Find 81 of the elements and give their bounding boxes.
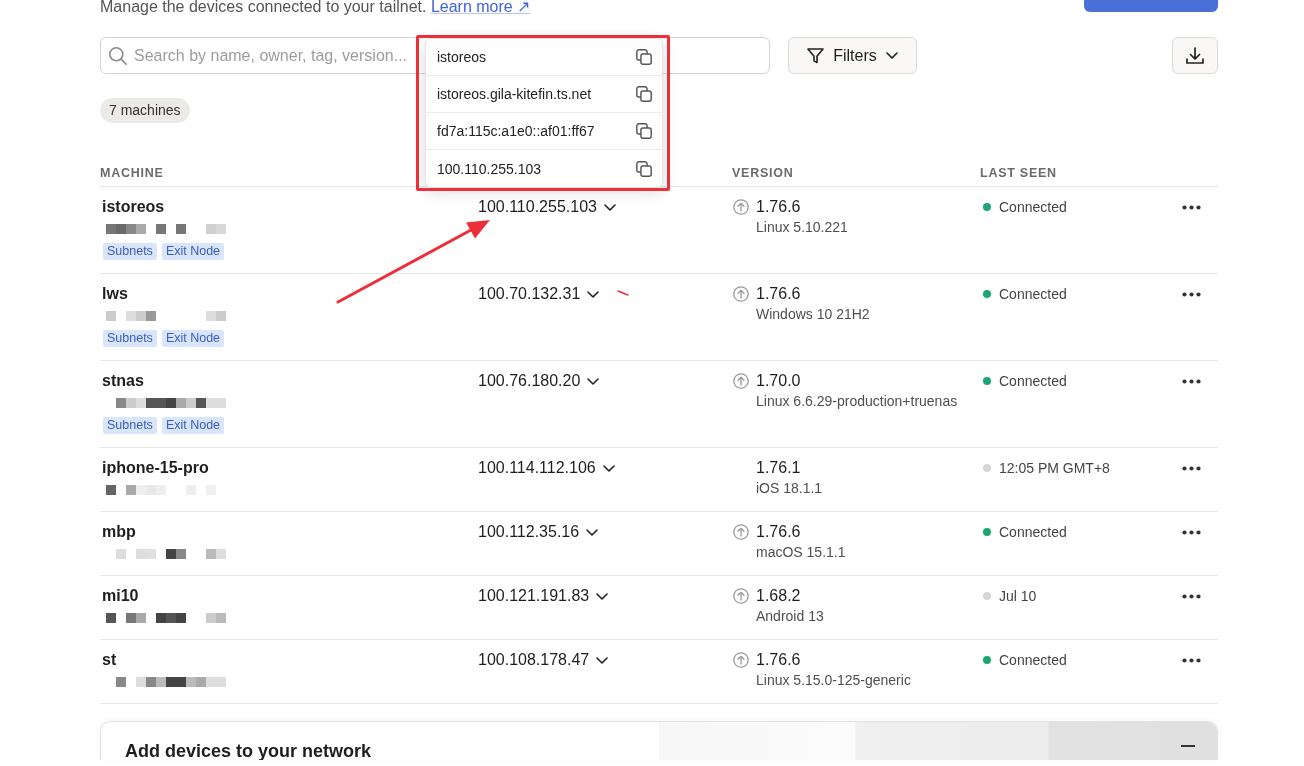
machine-name: mi10 — [101, 587, 139, 605]
download-button[interactable] — [1172, 37, 1218, 74]
client-version: 1.76.6 — [756, 651, 802, 669]
tag: Subnets — [103, 330, 157, 347]
client-version: 1.68.2 — [756, 587, 802, 605]
chevron-down-icon — [587, 290, 600, 298]
machine-name: mbp — [101, 523, 136, 541]
tag: Subnets — [103, 417, 157, 434]
ellipsis-icon[interactable] — [1182, 465, 1201, 471]
ellipsis-icon[interactable] — [1182, 204, 1201, 210]
address-dropdown[interactable]: 100.110.255.103 — [478, 198, 616, 216]
download-icon — [1186, 47, 1204, 64]
copy-icon[interactable] — [636, 86, 652, 102]
copy-icon[interactable] — [636, 123, 652, 139]
ellipsis-icon[interactable] — [1182, 593, 1201, 599]
column-header: VERSION — [732, 166, 794, 180]
ellipsis-icon[interactable] — [1182, 291, 1201, 297]
address-dropdown[interactable]: 100.114.112.106 — [478, 459, 615, 477]
address-dropdown[interactable]: 100.70.132.31 — [478, 285, 600, 303]
machine-name: istoreos — [101, 198, 165, 216]
filters-button[interactable]: Filters — [788, 37, 917, 74]
menu-item[interactable]: 100.110.255.103 — [426, 150, 662, 187]
description-text: Manage the devices connected to your tailnet. Learn more ↗ — [100, 0, 531, 14]
copy-icon[interactable] — [636, 49, 652, 65]
copy-icon[interactable] — [636, 160, 652, 177]
os-version: Linux 6.6.29-production+truenas — [756, 392, 958, 410]
chevron-down-icon — [885, 52, 898, 59]
ellipsis-icon[interactable] — [1182, 529, 1201, 535]
menu-item[interactable]: istoreos.gila-kitefin.ts.net — [426, 76, 662, 113]
ellipsis-icon[interactable] — [1182, 657, 1201, 663]
annotation-stroke — [617, 290, 629, 296]
last-seen-status: Connected — [999, 523, 1067, 541]
os-version: Android 13 — [756, 607, 824, 625]
chevron-down-icon — [587, 377, 600, 385]
column-header: LAST SEEN — [980, 166, 1057, 180]
address-dropdown[interactable]: 100.108.178.47 — [478, 651, 609, 669]
tag: Exit Node — [161, 417, 225, 434]
os-version: Linux 5.15.0-125-generic — [756, 671, 911, 689]
last-seen-status: 12:05 PM GMT+8 — [999, 459, 1110, 477]
search-icon — [109, 47, 127, 65]
client-version: 1.76.6 — [756, 198, 802, 216]
tag: Exit Node — [161, 243, 225, 260]
card-title: Add devices to your network — [124, 740, 372, 760]
menu-item-text: istoreos — [437, 49, 487, 65]
menu-item-text: istoreos.gila-kitefin.ts.net — [437, 86, 592, 102]
address-dropdown[interactable]: 100.76.180.20 — [478, 372, 600, 390]
menu-item[interactable]: fd7a:115c:a1e0::af01:ff67 — [426, 113, 662, 150]
last-seen-status: Connected — [999, 285, 1067, 303]
address-dropdown[interactable]: 100.121.191.83 — [478, 587, 609, 605]
last-seen-status: Connected — [999, 198, 1067, 216]
menu-item-text: 100.110.255.103 — [437, 160, 542, 177]
last-seen-status: Connected — [999, 372, 1067, 390]
chevron-down-icon — [602, 464, 615, 472]
machine-count: 7 machines — [100, 98, 190, 123]
filter-icon — [807, 47, 825, 64]
machine-name: st — [101, 651, 117, 669]
last-seen-status: Connected — [999, 651, 1067, 669]
client-version: 1.76.1 — [756, 459, 802, 477]
machine-name: iphone-15-pro — [101, 459, 209, 477]
os-version: iOS 18.1.1 — [756, 479, 823, 497]
os-version: Linux 5.10.221 — [756, 218, 848, 236]
last-seen-status: Jul 10 — [999, 587, 1037, 605]
tag: Subnets — [103, 243, 157, 260]
client-version: 1.76.6 — [756, 523, 802, 541]
os-version: macOS 15.1.1 — [756, 543, 846, 561]
client-version: 1.76.6 — [756, 285, 802, 303]
menu-item[interactable]: istoreos — [426, 39, 662, 76]
os-version: Windows 10 21H2 — [756, 305, 870, 323]
machine-name: stnas — [101, 372, 144, 390]
ellipsis-icon[interactable] — [1182, 378, 1201, 384]
chevron-down-icon — [603, 203, 616, 211]
address-dropdown[interactable]: 100.112.35.16 — [478, 523, 599, 541]
client-version: 1.70.0 — [756, 372, 802, 390]
chevron-down-icon — [596, 656, 609, 664]
learn-more-link[interactable]: Learn more ↗ — [430, 0, 531, 15]
chevron-down-icon — [586, 528, 599, 536]
tag: Exit Node — [161, 330, 225, 347]
chevron-down-icon — [596, 592, 609, 600]
menu-item-text: fd7a:115c:a1e0::af01:ff67 — [437, 123, 595, 139]
machine-name: lws — [101, 285, 128, 303]
column-header: MACHINE — [100, 166, 164, 180]
